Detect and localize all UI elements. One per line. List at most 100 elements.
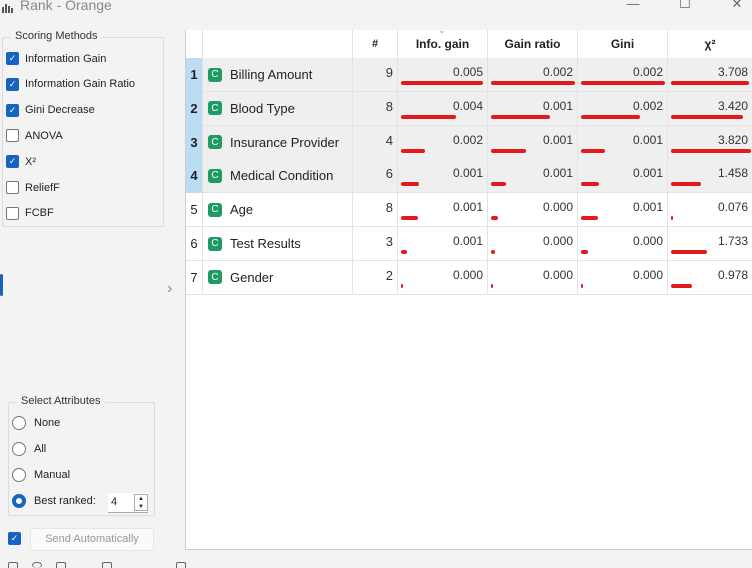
value-count-cell: 2	[353, 260, 398, 295]
send-automatically-button[interactable]: Send Automatically	[30, 528, 154, 551]
table-row[interactable]: 4 C Medical Condition 6 0.001 0.001 0.001 1.…	[186, 159, 752, 194]
score-cell-gini: 0.002	[578, 58, 668, 92]
score-bar	[581, 250, 588, 254]
attribute-name-cell: C Billing Amount	[203, 58, 353, 92]
value-count: 8	[385, 200, 393, 216]
maximize-icon[interactable]: ☐	[670, 0, 700, 14]
input-icon[interactable]	[102, 562, 112, 568]
select-option-radio[interactable]: Manual	[12, 468, 70, 482]
score-value: 0.002	[632, 65, 663, 79]
score-bar	[491, 148, 527, 153]
value-count: 3	[385, 234, 393, 249]
method-label: FCBF	[25, 207, 54, 220]
row-index[interactable]: 5	[186, 193, 203, 228]
method-checkbox[interactable]: ✓ Information Gain Ratio	[6, 77, 135, 91]
score-cell-gini: 0.002	[578, 91, 668, 126]
header-name[interactable]	[203, 30, 353, 58]
select-option-radio[interactable]: None	[12, 416, 60, 430]
score-value: 0.001	[542, 98, 573, 113]
output-icon[interactable]	[176, 562, 186, 568]
row-index[interactable]: 3	[186, 125, 203, 160]
score-value: 0.000	[452, 267, 483, 282]
select-option-radio[interactable]: Best ranked:	[12, 494, 96, 508]
score-bar	[581, 216, 598, 221]
score-bar	[671, 148, 751, 153]
spin-arrows-icon[interactable]: ▲ ▼	[134, 494, 148, 511]
score-bar	[671, 216, 673, 221]
attribute-name: Insurance Provider	[230, 134, 340, 150]
ranking-table[interactable]: # ⌄ Info. gain Gain ratio Gini χ² 1 C Bill…	[185, 25, 752, 550]
scoring-methods-title: Scoring Methods	[11, 30, 102, 42]
score-bar	[581, 148, 605, 153]
header-gini[interactable]: Gini	[578, 30, 668, 58]
method-checkbox[interactable]: FCBF	[6, 206, 54, 220]
method-checkbox[interactable]: ✓ X²	[6, 155, 36, 169]
score-bar	[491, 81, 575, 85]
score-cell-info: 0.005	[398, 58, 488, 92]
score-value: 0.001	[542, 132, 573, 147]
select-option-label: Best ranked:	[34, 495, 96, 507]
score-cell-gini: 0.001	[578, 159, 668, 194]
score-value: 0.001	[632, 166, 663, 181]
checkbox-checked-icon: ✓	[6, 103, 19, 117]
method-checkbox[interactable]: ✓ Gini Decrease	[6, 103, 95, 117]
row-index[interactable]: 1	[186, 58, 203, 92]
score-bar	[401, 81, 484, 85]
select-option-label: All	[34, 443, 47, 455]
score-bar	[581, 182, 600, 187]
checkbox-checked-icon: ✓	[6, 52, 19, 65]
score-cell-ratio: 0.001	[488, 91, 578, 126]
table-row[interactable]: 6 C Test Results 3 0.001 0.000 0.000 1.733	[186, 227, 752, 261]
minimize-icon[interactable]: —	[618, 0, 648, 14]
help-icon[interactable]	[8, 562, 18, 568]
select-attributes-title: Select Attributes	[17, 395, 105, 407]
method-checkbox[interactable]: ANOVA	[6, 129, 63, 143]
select-option-radio[interactable]: All	[12, 442, 46, 456]
table-row[interactable]: 2 C Blood Type 8 0.004 0.001 0.002 3.420	[186, 91, 752, 126]
row-index[interactable]: 2	[186, 91, 203, 126]
score-bar	[671, 283, 692, 288]
send-automatically-checkbox[interactable]: ✓	[8, 532, 27, 545]
table-row[interactable]: 5 C Age 8 0.001 0.000 0.001 0.076	[186, 193, 752, 228]
best-ranked-spinbox[interactable]: 4 ▲ ▼	[108, 493, 148, 513]
header-info-gain[interactable]: ⌄ Info. gain	[398, 25, 488, 58]
value-count-cell: 8	[353, 91, 398, 126]
score-bar	[491, 182, 507, 187]
checkbox-unchecked-icon	[6, 129, 19, 143]
row-index[interactable]: 7	[186, 260, 203, 295]
score-cell-chi: 1.733	[668, 227, 752, 261]
checkbox-checked-icon: ✓	[6, 155, 19, 169]
table-row[interactable]: 3 C Insurance Provider 4 0.002 0.001 0.001 3…	[186, 125, 752, 160]
value-count: 4	[385, 132, 393, 148]
score-cell-chi: 3.820	[668, 125, 752, 160]
table-row[interactable]: 7 C Gender 2 0.000 0.000 0.000 0.978	[186, 260, 752, 295]
value-count: 8	[385, 98, 393, 114]
method-checkbox[interactable]: ReliefF	[6, 181, 60, 194]
table-header: # ⌄ Info. gain Gain ratio Gini χ²	[186, 25, 752, 58]
report-icon[interactable]	[56, 562, 66, 568]
table-row[interactable]: 1 C Billing Amount 9 0.005 0.002 0.002 3.708	[186, 58, 752, 92]
score-cell-ratio: 0.000	[488, 260, 578, 295]
header-count[interactable]: #	[353, 30, 398, 58]
value-count-cell: 3	[353, 227, 398, 261]
score-value: 0.004	[452, 98, 483, 113]
collapse-panel-chevron-icon[interactable]: ›	[167, 280, 172, 298]
method-checkbox[interactable]: ✓ Information Gain	[6, 52, 106, 65]
info-icon[interactable]	[32, 562, 42, 568]
close-icon[interactable]: ✕	[722, 0, 752, 14]
score-bar	[581, 81, 665, 85]
attribute-name: Test Results	[230, 236, 301, 251]
score-cell-gini: 0.000	[578, 260, 668, 295]
score-value: 0.000	[632, 267, 663, 282]
select-option-label: None	[34, 417, 61, 429]
app-icon	[2, 3, 14, 13]
header-gain-ratio[interactable]: Gain ratio	[488, 30, 578, 58]
score-cell-gini: 0.001	[578, 125, 668, 160]
row-index[interactable]: 6	[186, 227, 203, 261]
score-bar	[671, 81, 749, 85]
value-count: 2	[385, 267, 393, 283]
score-value: 0.000	[632, 234, 663, 248]
score-value: 0.005	[452, 65, 483, 79]
row-index[interactable]: 4	[186, 159, 203, 194]
header-chi-square[interactable]: χ²	[668, 30, 752, 58]
